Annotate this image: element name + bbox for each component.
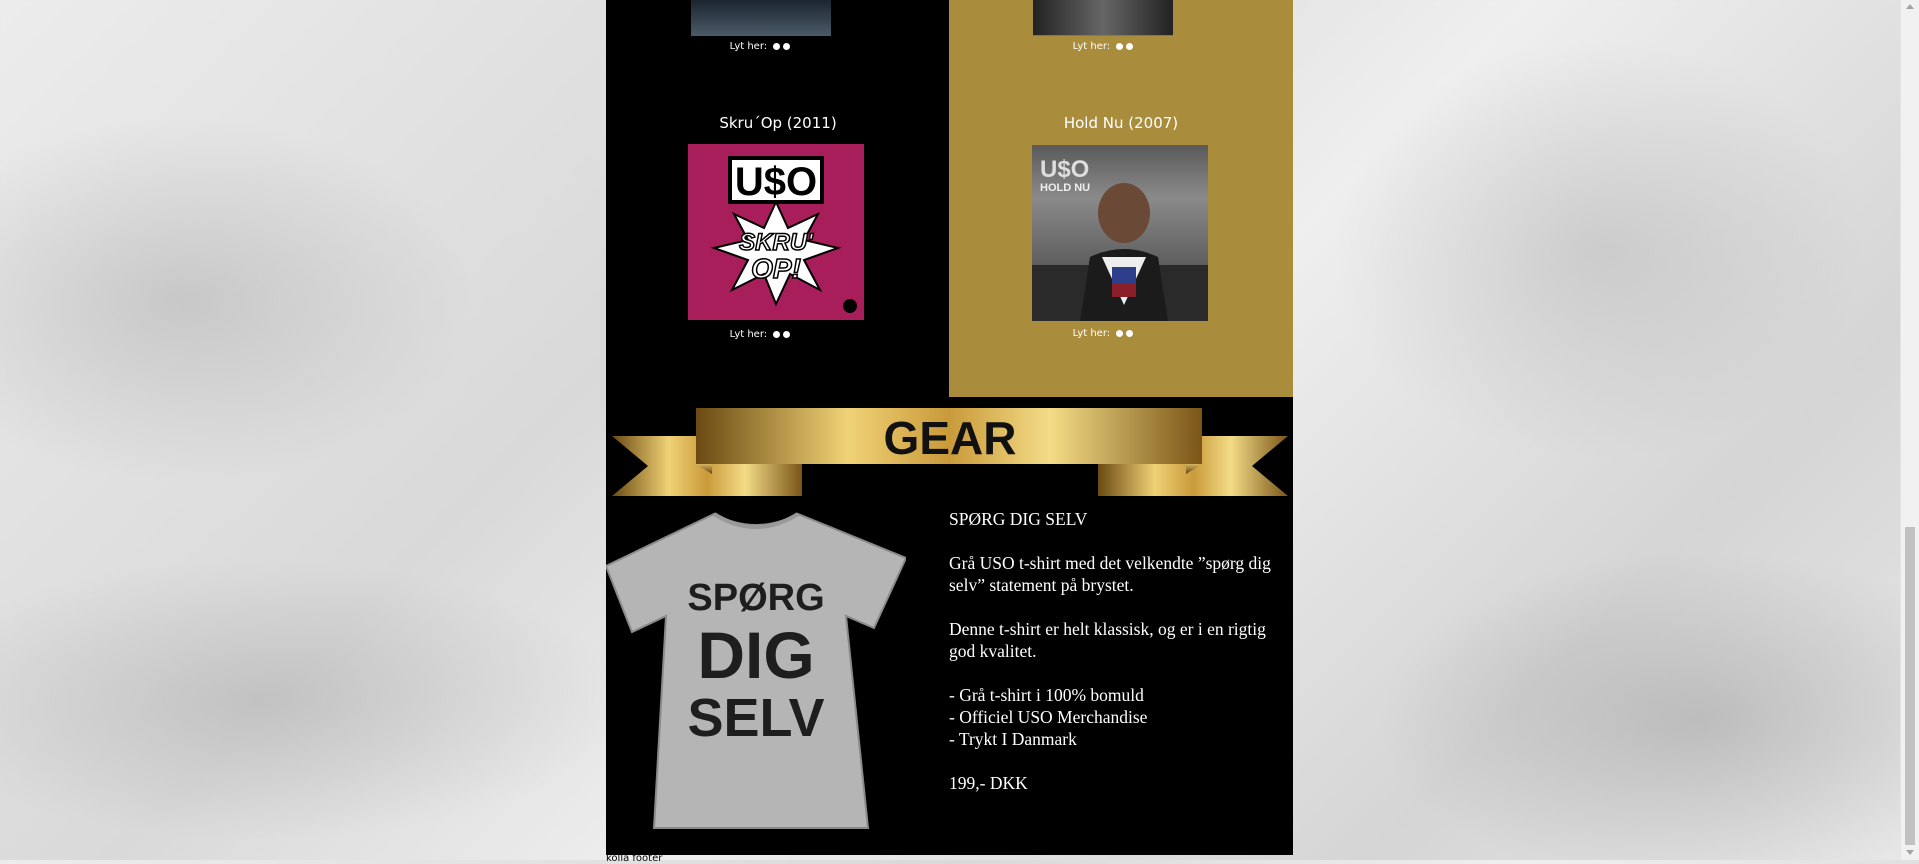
scroll-up-icon[interactable] xyxy=(1906,4,1914,9)
listen-label: Lyt her: xyxy=(729,41,768,52)
album-title-skru-op: Skru´Op (2011) xyxy=(719,114,837,132)
apple-icon[interactable] xyxy=(773,42,781,50)
spotify-icon[interactable] xyxy=(1126,42,1134,50)
tshirt-art: SPØRG DIG SELV xyxy=(604,512,908,829)
product-desc-2: Denne t-shirt er helt klassisk, og er i … xyxy=(949,619,1266,661)
shirt-line-1: SPØRG xyxy=(687,577,824,619)
cover-band-logo: U$O xyxy=(735,160,817,204)
product-desc-1: Grå USO t-shirt med det velkendte ”spørg… xyxy=(949,553,1271,595)
listen-row-skru-op: Lyt her: xyxy=(700,329,820,340)
listen-label: Lyt her: xyxy=(1072,41,1111,52)
apple-icon[interactable] xyxy=(1116,42,1124,50)
product-feature-3: - Trykt I Danmark xyxy=(949,729,1077,749)
apple-icon[interactable] xyxy=(773,330,781,338)
shirt-line-3: SELV xyxy=(687,688,824,748)
album-cover-hold-nu[interactable]: U$O HOLD NU xyxy=(1032,145,1208,321)
svg-text:SKRU': SKRU' xyxy=(739,229,814,256)
album-cover-partial-right[interactable] xyxy=(1033,0,1173,36)
listen-label: Lyt her: xyxy=(1072,328,1111,339)
listen-label: Lyt her: xyxy=(729,329,768,340)
spotify-icon[interactable] xyxy=(1126,329,1134,337)
album-title-hold-nu: Hold Nu (2007) xyxy=(1063,114,1179,132)
scroll-thumb[interactable] xyxy=(1905,527,1915,845)
listen-row-hold-nu: Lyt her: xyxy=(1043,328,1163,339)
product-description: SPØRG DIG SELV Grå USO t-shirt med det v… xyxy=(949,508,1293,794)
gear-banner: GEAR xyxy=(612,408,1288,496)
product-feature-1: - Grå t-shirt i 100% bomuld xyxy=(949,685,1144,705)
content-column: Lyt her: Lyt her: Skru´Op (2011) U$O SKR… xyxy=(604,0,1293,855)
spotify-icon[interactable] xyxy=(783,42,791,50)
listen-row-top-right: Lyt her: xyxy=(1043,41,1163,52)
svg-text:HOLD NU: HOLD NU xyxy=(1040,182,1090,194)
gear-title: GEAR xyxy=(884,412,1017,464)
album-cover-partial-left[interactable] xyxy=(691,0,831,36)
vertical-scrollbar[interactable] xyxy=(1900,0,1919,860)
listen-row-top-left: Lyt her: xyxy=(700,41,820,52)
product-feature-2: - Officiel USO Merchandise xyxy=(949,707,1148,727)
product-name: SPØRG DIG SELV xyxy=(949,509,1088,529)
shirt-line-2: DIG xyxy=(697,618,814,692)
tshirt-image[interactable]: SPØRG DIG SELV xyxy=(604,510,908,836)
svg-text:U$O: U$O xyxy=(1040,156,1089,183)
spotify-icon[interactable] xyxy=(783,330,791,338)
svg-text:OP!: OP! xyxy=(751,253,801,284)
scroll-down-icon[interactable] xyxy=(1906,850,1914,855)
apple-icon[interactable] xyxy=(1116,329,1124,337)
footer-partial-text: kolla footer xyxy=(606,853,663,864)
album-cover-skru-op[interactable]: U$O SKRU' OP! xyxy=(688,144,864,320)
hold-nu-art: U$O HOLD NU xyxy=(1032,156,1208,321)
skru-op-art: U$O SKRU' OP! xyxy=(710,156,857,313)
product-price: 199,- DKK xyxy=(949,773,1028,793)
